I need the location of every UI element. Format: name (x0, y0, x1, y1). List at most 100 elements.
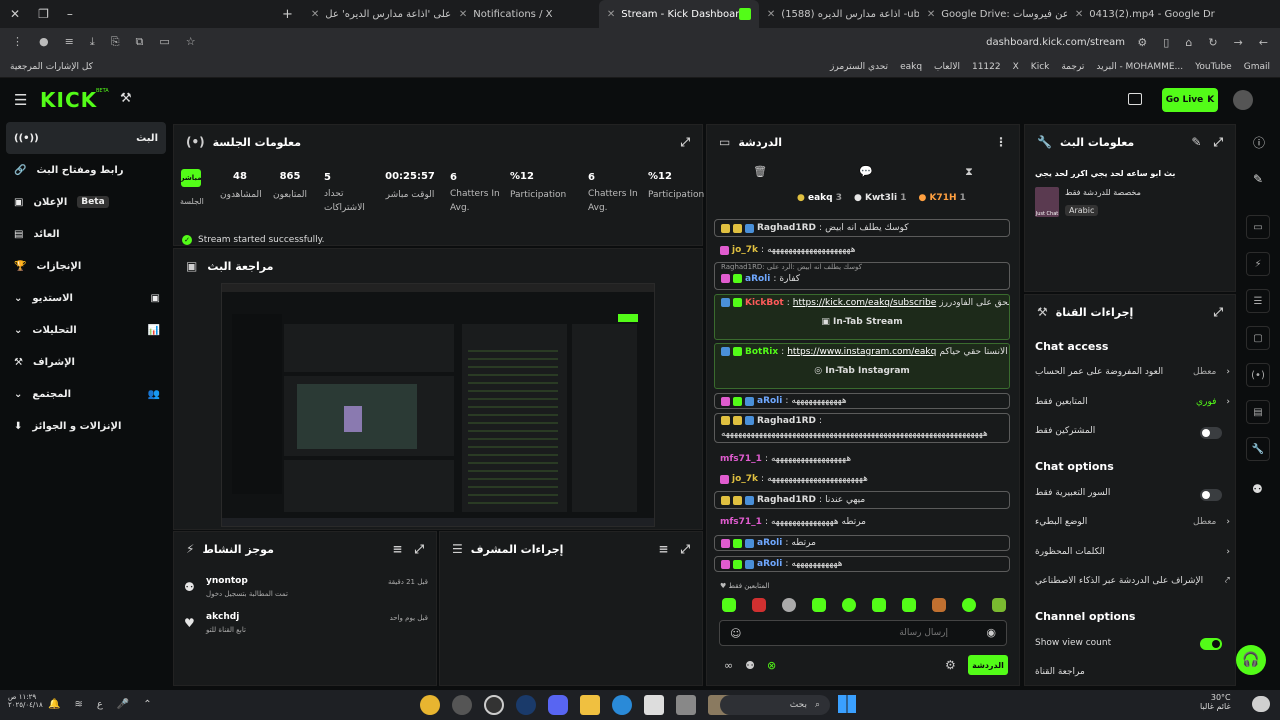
close-tab-icon[interactable]: ✕ (607, 9, 615, 20)
show-view-count-toggle[interactable] (1200, 638, 1222, 650)
more-options-icon[interactable]: ⋮ (995, 135, 1007, 149)
bookmark-item[interactable]: ترجمة (1061, 62, 1084, 72)
go-live-button[interactable]: Go Live K (1162, 88, 1218, 112)
chat-bubble-icon[interactable]: 💬 (859, 165, 873, 179)
steam-icon[interactable] (516, 695, 536, 715)
settings-gear-icon[interactable]: ⚙ (945, 658, 956, 672)
emote-icon[interactable] (932, 598, 946, 612)
tab-1[interactable]: ✕اعتر على 'اذاعة مدارس الديره' عل (303, 0, 451, 28)
tab-4[interactable]: ✕(1588) اذاعة مدارس الديره -ube (759, 0, 919, 28)
reload-icon[interactable]: ↻ (1208, 36, 1217, 49)
rail-wrench-icon[interactable]: 🔧 (1246, 437, 1270, 461)
sidebar-item-studio[interactable]: ⌄ الاستديو ▣ (0, 282, 172, 314)
tab-2[interactable]: ✕ Notifications / X (451, 0, 599, 28)
in-tab-stream-button[interactable]: ▣ In-Tab Stream (821, 317, 902, 327)
close-tab-icon[interactable]: ✕ (927, 9, 935, 20)
hammer-icon[interactable]: ⚒ (120, 91, 132, 106)
notification-icon[interactable]: 🔔 (48, 699, 60, 710)
chat-message-bot[interactable]: BotRix: https://www.instagram.com/eakq الا… (714, 343, 1010, 389)
sidebar-item-stream-key[interactable]: 🔗 رابط ومفتاح البث (0, 154, 172, 186)
rail-chat-icon[interactable]: ▢ (1246, 326, 1270, 350)
all-bookmarks[interactable]: كل الإشارات المرجعية (10, 62, 93, 72)
bookmark-item[interactable]: 11122 (972, 62, 1001, 72)
bookmark-item[interactable]: eakq (900, 62, 922, 72)
chat-send-button[interactable]: الدردشة (968, 655, 1008, 675)
sidebar-item-analytics[interactable]: ⌄ التحليلات 📊 (0, 314, 172, 346)
chat-message[interactable]: mfs71_1: ههههههههههههههههههه (714, 452, 1010, 466)
chat-message[interactable]: aRoli: هههههههههههه (714, 556, 1010, 572)
taskbar-clock[interactable]: ١١:٢٩ ص ٢٠٢٥/٠٤/١٨ (8, 693, 43, 709)
close-tab-icon[interactable]: ✕ (767, 9, 775, 20)
in-tab-instagram-button[interactable]: ◎ In-Tab Instagram (814, 366, 910, 376)
download-icon[interactable]: ⤓ (90, 35, 95, 49)
emote-icon[interactable] (962, 598, 976, 612)
trash-icon[interactable]: 🗑 (753, 165, 767, 179)
hamburger-menu-icon[interactable]: ☰ (14, 91, 27, 109)
wifi-icon[interactable]: ≋ (74, 699, 82, 710)
language-icon[interactable]: ع (97, 699, 103, 710)
tab-kick-dashboard[interactable]: ✕ Stream - Kick Dashboard (598, 0, 759, 28)
emote-icon[interactable] (872, 598, 886, 612)
sidebar-toggle-icon[interactable]: ▯ (1163, 36, 1169, 49)
emote-icon[interactable] (752, 598, 766, 612)
screenshot-icon[interactable]: ⎘ (111, 35, 120, 49)
slow-mode-setting[interactable]: الوضع البطيء معطل › (1035, 517, 1230, 527)
emotes-only-toggle[interactable] (1200, 489, 1222, 501)
bookmark-item[interactable]: YouTube (1195, 62, 1232, 72)
info-icon[interactable]: ⓘ (1253, 134, 1265, 151)
restore-window-icon[interactable]: ❐ (38, 7, 49, 21)
banned-words-setting[interactable]: الكلمات المحظورة › (1035, 547, 1230, 557)
bookmark-star-icon[interactable]: ☆ (186, 35, 196, 49)
filter-icon[interactable]: ≡ (658, 542, 668, 557)
store-icon[interactable] (644, 695, 664, 715)
edge-icon[interactable] (612, 695, 632, 715)
file-explorer-icon[interactable] (580, 695, 600, 715)
stream-preview-video[interactable] (221, 283, 655, 527)
sidebar-item-moderation[interactable]: ⚒ الإشراف (0, 346, 172, 378)
emote-icon[interactable] (812, 598, 826, 612)
edit-pencil-icon[interactable]: ✎ (1191, 135, 1201, 150)
ai-moderation-setting[interactable]: الإشراف على الدردشة عبر الذكاء الاصطناعي… (1035, 576, 1230, 586)
chat-message[interactable]: Raghad1RD: ميهي عندنا (714, 491, 1010, 509)
sidebar-item-community[interactable]: ⌄ المجتمع 👥 (0, 378, 172, 410)
chat-message-bot[interactable]: KickBot: https://kick.com/eakq/subscribe ا… (714, 294, 1010, 340)
menu-dots-icon[interactable]: ⋮ (12, 35, 23, 49)
chat-message[interactable]: aRoli: ههههههههههههه (714, 393, 1010, 409)
bookmark-item[interactable]: Kick (1031, 62, 1050, 72)
site-info-icon[interactable]: ⚙ (1137, 36, 1147, 49)
stream-category[interactable]: مخصصة للدردشة فقط (1065, 188, 1141, 197)
home-icon[interactable]: ⌂ (1185, 36, 1192, 49)
rail-list-icon[interactable]: ☰ (1246, 289, 1270, 313)
minimize-window-icon[interactable]: – (67, 7, 73, 21)
microphone-icon[interactable]: 🎤 (117, 699, 129, 710)
expand-icon[interactable]: ⤢ (680, 135, 690, 150)
sidebar-item-achievements[interactable]: 🏆 الإنجازات (0, 250, 172, 282)
rail-bolt-icon[interactable]: ⚡ (1246, 252, 1270, 276)
weather-widget[interactable]: 30°C غائم غالبا (1200, 693, 1231, 711)
chat-input[interactable]: ☺ إرسال رسالة ◉ (719, 620, 1007, 646)
rail-stats-icon[interactable]: ▤ (1246, 400, 1270, 424)
chat-message[interactable]: Raghad1RD: هههههههههههههههههههههههههههههه… (714, 413, 1010, 443)
bookmark-item[interactable]: X (1013, 62, 1019, 72)
bookmark-item[interactable]: تحدي السترمرز (830, 62, 888, 72)
edit-pencil-icon[interactable]: ✎ (1253, 172, 1263, 186)
expand-icon[interactable]: ⤢ (1213, 135, 1223, 150)
app-icon[interactable] (676, 695, 696, 715)
users-icon[interactable]: ⚉ (745, 659, 755, 672)
emote-icon[interactable] (992, 598, 1006, 612)
close-tab-icon[interactable]: ✕ (459, 9, 467, 20)
channel-review-setting[interactable]: مراجعة القناة (1035, 667, 1230, 677)
taskbar-search[interactable]: بحث ⌕ (720, 695, 830, 715)
theater-mode-icon[interactable] (1128, 93, 1142, 105)
tab-5[interactable]: ✕Google Drive: بحثًا عن فيروسات (919, 0, 1067, 28)
bookmark-item[interactable]: Gmail (1244, 62, 1270, 72)
bookmark-item[interactable]: الالعاب (934, 62, 960, 72)
filter-icon[interactable]: ≡ (392, 542, 402, 557)
cast-icon[interactable]: ▭ (159, 35, 169, 49)
new-tab-icon[interactable]: + (282, 7, 293, 22)
close-tab-icon[interactable]: ✕ (311, 9, 319, 20)
obs-icon[interactable] (452, 695, 472, 715)
sidebar-item-stream[interactable]: ((•)) البث (6, 122, 166, 154)
emote-icon[interactable] (722, 598, 736, 612)
emote-icon[interactable] (782, 598, 796, 612)
